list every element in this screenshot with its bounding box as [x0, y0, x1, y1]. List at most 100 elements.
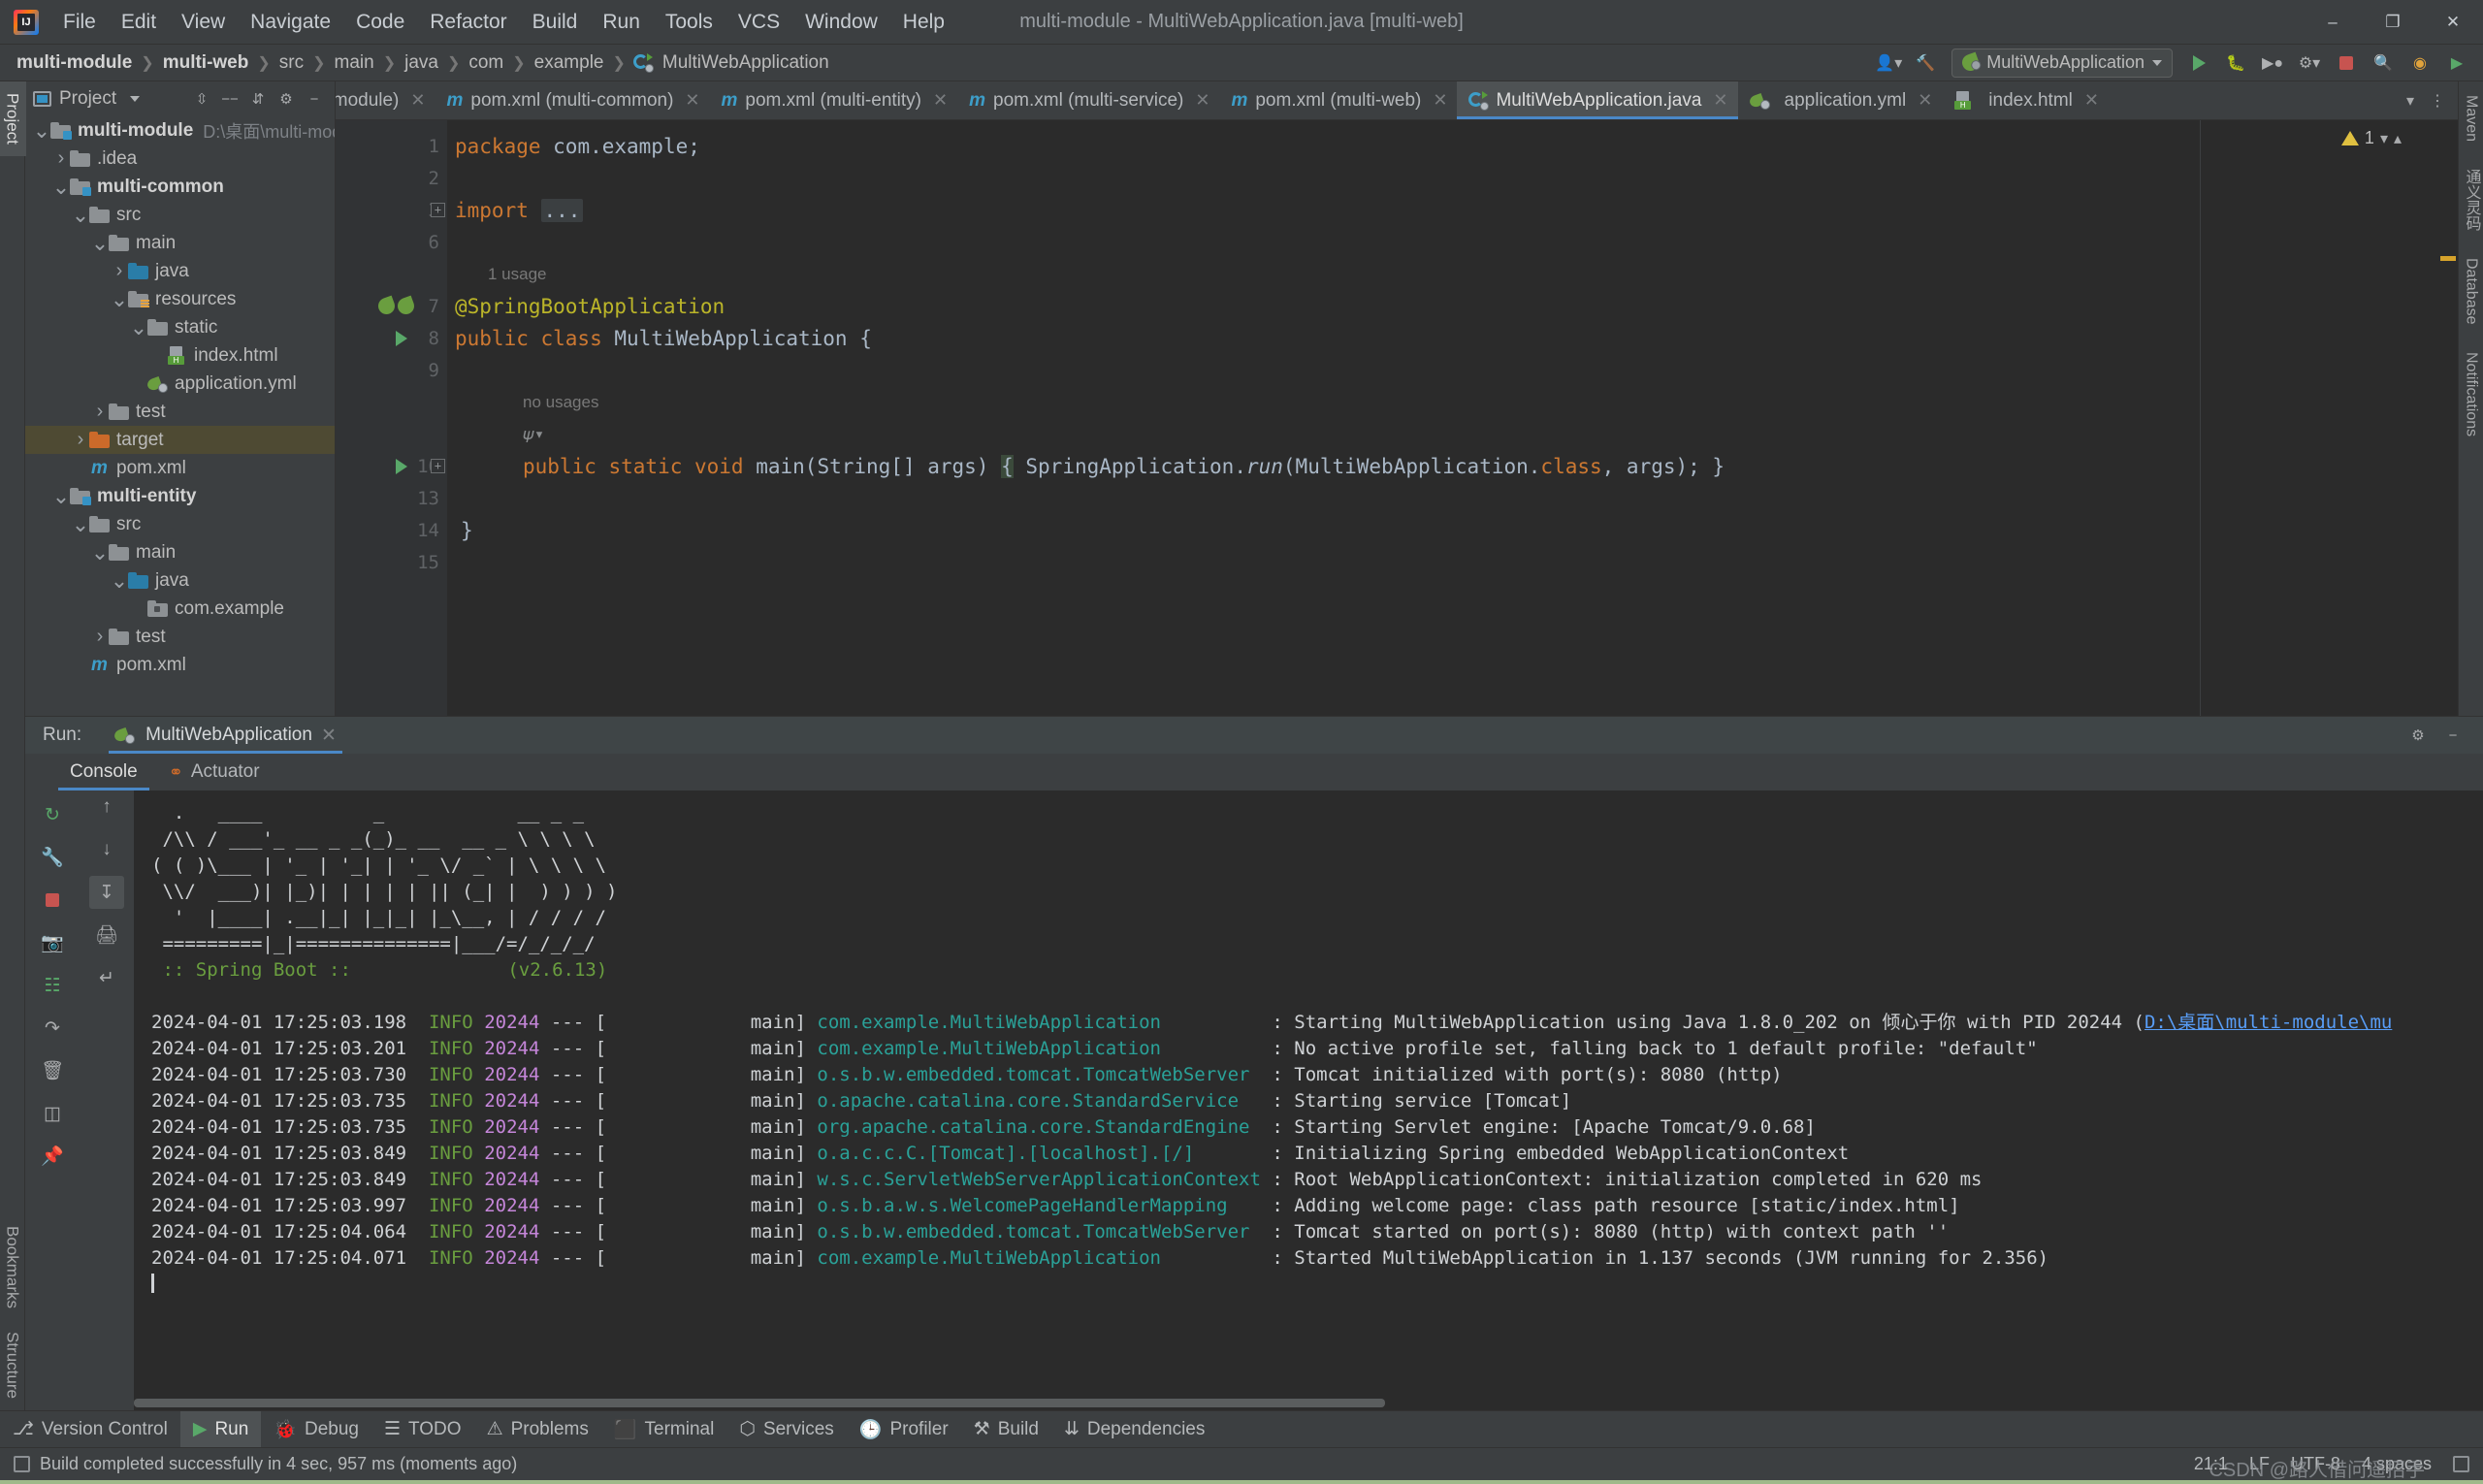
- bottom-tab-run[interactable]: ▶ Run: [179, 1411, 262, 1447]
- updates-icon[interactable]: ◉: [2403, 48, 2436, 78]
- bottom-tab-dependencies[interactable]: ⇊ Dependencies: [1051, 1411, 1217, 1447]
- tree-node--idea[interactable]: › .idea: [25, 145, 335, 173]
- soft-wrap-icon[interactable]: ↵: [89, 961, 124, 994]
- layout-icon[interactable]: ◫: [35, 1097, 70, 1130]
- chevron-down-icon[interactable]: ⌄: [52, 484, 70, 509]
- down-arrow-icon[interactable]: ↓: [89, 833, 124, 866]
- tree-node-multi-common[interactable]: ⌄ multi-common: [25, 173, 335, 201]
- rerun-icon[interactable]: ↻: [35, 798, 70, 831]
- inspection-status[interactable]: 1 ▾ ▴: [2340, 128, 2402, 148]
- chevron-down-icon[interactable]: ⌄: [72, 203, 89, 228]
- tree-node-index-html[interactable]: Hindex.html: [25, 341, 335, 370]
- project-tree[interactable]: ⌄ multi-module D:\桌面\multi-module › .idea ⌄ mu…: [25, 116, 335, 716]
- minimize-icon[interactable]: −: [2440, 723, 2466, 748]
- bottom-tab-terminal[interactable]: ⬛ Terminal: [601, 1411, 726, 1447]
- menu-refactor[interactable]: Refactor: [417, 6, 519, 39]
- folded-imports[interactable]: ...: [540, 198, 584, 222]
- bottom-tab-profiler[interactable]: 🕒 Profiler: [847, 1411, 961, 1447]
- resize-grip-icon[interactable]: [2453, 1456, 2469, 1472]
- tree-node-pom-xml[interactable]: m pom.xml: [25, 651, 335, 679]
- chevron-down-icon[interactable]: ⌄: [111, 287, 128, 312]
- chevron-down-icon[interactable]: ⌄: [72, 512, 89, 537]
- sidebar-item-maven[interactable]: Maven: [2460, 81, 2483, 155]
- editor-tab-pom-xml-multi-web-[interactable]: m pom.xml (multi-web) ✕: [1219, 81, 1457, 119]
- run-session-tab[interactable]: MultiWebApplication ✕: [103, 717, 348, 754]
- chevron-down-icon[interactable]: ⌄: [130, 315, 147, 340]
- editor-tab-pom-xml-multi-service-[interactable]: m pom.xml (multi-service) ✕: [957, 81, 1219, 119]
- chevron-down-icon[interactable]: ▾: [2380, 129, 2388, 148]
- menu-window[interactable]: Window: [792, 6, 890, 39]
- chevron-right-icon[interactable]: ›: [111, 260, 128, 282]
- editor-tab-application-yml[interactable]: application.yml ✕: [1738, 81, 1943, 119]
- editor-tab-multiwebapplication-java[interactable]: MultiWebApplication.java ✕: [1457, 81, 1738, 119]
- run-configuration-selector[interactable]: MultiWebApplication: [1951, 48, 2173, 78]
- user-icon[interactable]: 👤▾: [1872, 48, 1905, 78]
- close-tab-icon[interactable]: ✕: [1918, 90, 1932, 111]
- tree-node-main[interactable]: ⌄ main: [25, 229, 335, 257]
- sidebar-item-tongyi[interactable]: 通义灵码: [2457, 155, 2483, 244]
- bottom-tab-build[interactable]: ⚒ Build: [961, 1411, 1051, 1447]
- ide-assistant-icon[interactable]: ▶: [2440, 48, 2473, 78]
- code-editor[interactable]: 1 2 3+ 6 7 8 9 10+ 13 14 15 package com.example; i…: [336, 120, 2458, 716]
- chevron-down-icon[interactable]: ⌄: [111, 568, 128, 594]
- menu-view[interactable]: View: [169, 6, 238, 39]
- export-icon[interactable]: ↷: [35, 1012, 70, 1045]
- debug-icon[interactable]: 🐛: [2219, 48, 2252, 78]
- tree-node-test[interactable]: › test: [25, 398, 335, 426]
- up-arrow-icon[interactable]: ↑: [89, 790, 124, 823]
- spring-bean-icon[interactable]: [395, 295, 417, 317]
- tree-node-src[interactable]: ⌄ src: [25, 201, 335, 229]
- chevron-down-icon[interactable]: [130, 96, 141, 102]
- chevron-right-icon[interactable]: ›: [91, 401, 109, 423]
- more-options-icon[interactable]: ⋮: [2425, 88, 2450, 113]
- close-button[interactable]: ✕: [2423, 0, 2483, 45]
- tree-node-target[interactable]: › target: [25, 426, 335, 454]
- sidebar-item-structure[interactable]: Structure: [0, 1320, 26, 1410]
- tree-node-src[interactable]: ⌄ src: [25, 510, 335, 538]
- profiler-icon[interactable]: ⚙▾: [2293, 48, 2326, 78]
- gutter-run-icon[interactable]: [396, 458, 407, 474]
- lambda-icon[interactable]: 𝜓▾: [523, 425, 544, 444]
- menu-help[interactable]: Help: [890, 6, 957, 39]
- settings-gear-icon[interactable]: ⚙: [2405, 723, 2431, 748]
- tree-node-multi-module[interactable]: ⌄ multi-module D:\桌面\multi-module: [25, 116, 335, 145]
- bottom-tab-todo[interactable]: ☰ TODO: [371, 1411, 474, 1447]
- run-icon[interactable]: [2182, 48, 2215, 78]
- menu-run[interactable]: Run: [590, 6, 653, 39]
- tree-node-resources[interactable]: ⌄ resources: [25, 285, 335, 313]
- close-tab-icon[interactable]: ✕: [2084, 90, 2099, 111]
- tree-node-java[interactable]: › java: [25, 257, 335, 285]
- close-tab-icon[interactable]: ✕: [1713, 90, 1727, 111]
- breadcrumb-example[interactable]: example: [532, 52, 607, 74]
- stop-icon[interactable]: [35, 884, 70, 917]
- chevron-down-icon[interactable]: ⌄: [91, 540, 109, 565]
- chevron-down-icon[interactable]: ⌄: [91, 231, 109, 256]
- editor-gutter[interactable]: 1 2 3+ 6 7 8 9 10+ 13 14 15: [336, 120, 447, 716]
- tree-node-pom-xml[interactable]: m pom.xml: [25, 454, 335, 482]
- menu-file[interactable]: File: [50, 6, 109, 39]
- chevron-down-icon[interactable]: ⌄: [33, 118, 50, 144]
- chevron-right-icon[interactable]: ›: [52, 147, 70, 170]
- menu-edit[interactable]: Edit: [109, 6, 169, 39]
- tree-node-static[interactable]: ⌄ static: [25, 313, 335, 341]
- tab-console[interactable]: Console: [54, 754, 153, 790]
- sidebar-item-notifications[interactable]: Notifications: [2460, 339, 2483, 450]
- chevron-up-icon[interactable]: ▴: [2394, 129, 2402, 148]
- chevron-right-icon[interactable]: ›: [72, 429, 89, 451]
- close-tab-icon[interactable]: ✕: [1195, 90, 1209, 111]
- tree-node-application-yml[interactable]: application.yml: [25, 370, 335, 398]
- build-wrench-icon[interactable]: 🔧: [35, 841, 70, 874]
- sidebar-item-project[interactable]: Project: [0, 81, 26, 156]
- inspection-strip[interactable]: [2436, 120, 2458, 716]
- sidebar-item-database[interactable]: Database: [2460, 244, 2483, 339]
- camera-icon[interactable]: 📷: [35, 926, 70, 959]
- close-tab-icon[interactable]: ✕: [933, 90, 948, 111]
- chevron-down-icon[interactable]: ▾: [2398, 88, 2423, 113]
- tree-node-main[interactable]: ⌄ main: [25, 538, 335, 566]
- menu-tools[interactable]: Tools: [653, 6, 726, 39]
- scroll-to-end-icon[interactable]: ↧: [89, 876, 124, 909]
- run-with-coverage-icon[interactable]: ▶●: [2256, 48, 2289, 78]
- clear-all-icon[interactable]: 🗑: [35, 1054, 70, 1087]
- menu-navigate[interactable]: Navigate: [238, 6, 343, 39]
- tab-actuator[interactable]: ⚭ Actuator: [153, 754, 275, 790]
